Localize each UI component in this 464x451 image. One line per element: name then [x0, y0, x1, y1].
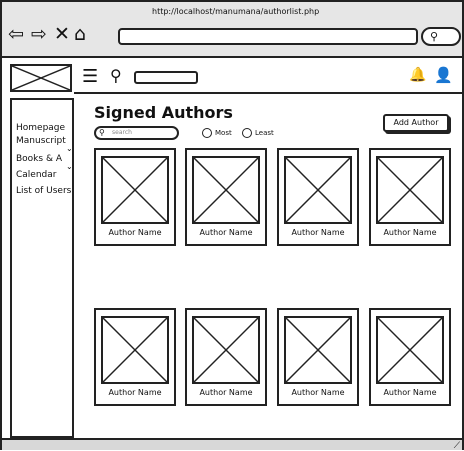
radio-least-label: Least — [255, 129, 274, 137]
browser-search-box[interactable]: ⚲ — [421, 27, 461, 46]
author-card[interactable]: Author Name — [185, 308, 267, 406]
author-image-placeholder — [284, 156, 352, 224]
url-text: http://localhost/manumana/authorlist.php — [152, 7, 320, 16]
sidebar-item-books[interactable]: Books & A — [16, 154, 62, 164]
author-image-placeholder — [101, 316, 169, 384]
author-search-input[interactable]: ⚲ search — [94, 126, 179, 140]
author-name: Author Name — [383, 228, 437, 237]
user-icon[interactable]: 👤 — [434, 68, 453, 83]
author-name: Author Name — [199, 388, 253, 397]
back-arrow-icon[interactable]: ⇦ — [8, 25, 24, 44]
search-icon: ⚲ — [430, 30, 439, 43]
header-search-input[interactable] — [134, 71, 198, 84]
author-card[interactable]: Author Name — [277, 148, 359, 246]
close-icon[interactable]: ✕ — [54, 25, 70, 44]
search-icon[interactable]: ⚲ — [110, 68, 122, 84]
radio-least[interactable] — [242, 128, 252, 138]
logo-placeholder — [10, 64, 72, 92]
author-name: Author Name — [199, 228, 253, 237]
author-card[interactable]: Author Name — [277, 308, 359, 406]
logo-image-placeholder — [12, 66, 70, 90]
author-image-placeholder — [192, 316, 260, 384]
browser-toolbar: http://localhost/manumana/authorlist.php… — [2, 2, 462, 58]
author-name: Author Name — [383, 388, 437, 397]
author-image-placeholder — [101, 156, 169, 224]
address-bar[interactable] — [118, 28, 418, 45]
sidebar-item-manuscript[interactable]: Manuscript — [16, 136, 66, 146]
author-name: Author Name — [108, 388, 162, 397]
author-name: Author Name — [291, 228, 345, 237]
browser-window: http://localhost/manumana/authorlist.php… — [0, 0, 464, 451]
forward-arrow-icon[interactable]: ⇨ — [31, 25, 47, 44]
page-title: Signed Authors — [94, 103, 233, 122]
author-name: Author Name — [108, 228, 162, 237]
author-card[interactable]: Author Name — [369, 308, 451, 406]
bell-icon[interactable]: 🔔 — [409, 68, 426, 82]
home-icon[interactable]: ⌂ — [74, 25, 86, 44]
author-image-placeholder — [284, 316, 352, 384]
chevron-down-icon[interactable]: ⌄ — [66, 144, 73, 153]
sidebar: Homepage Manuscript ⌄ Books & A ⌄ Calend… — [10, 98, 74, 438]
chevron-down-icon[interactable]: ⌄ — [66, 162, 73, 171]
hamburger-menu-icon[interactable]: ☰ — [82, 68, 98, 86]
add-author-button[interactable]: Add Author — [383, 114, 449, 132]
radio-most[interactable] — [202, 128, 212, 138]
radio-most-label: Most — [215, 129, 232, 137]
sidebar-item-homepage[interactable]: Homepage — [16, 123, 65, 133]
status-bar: ⟋ — [2, 438, 462, 451]
author-card[interactable]: Author Name — [94, 148, 176, 246]
app-header: ☰ ⚲ 🔔 👤 — [74, 62, 462, 94]
author-card[interactable]: Author Name — [369, 148, 451, 246]
sidebar-item-calendar[interactable]: Calendar — [16, 170, 56, 180]
author-name: Author Name — [291, 388, 345, 397]
author-image-placeholder — [192, 156, 260, 224]
author-image-placeholder — [376, 156, 444, 224]
search-icon: ⚲ — [99, 128, 105, 137]
search-placeholder: search — [112, 129, 132, 136]
author-image-placeholder — [376, 316, 444, 384]
author-card[interactable]: Author Name — [185, 148, 267, 246]
author-card[interactable]: Author Name — [94, 308, 176, 406]
sidebar-item-list-of-users[interactable]: List of Users — [16, 186, 71, 196]
